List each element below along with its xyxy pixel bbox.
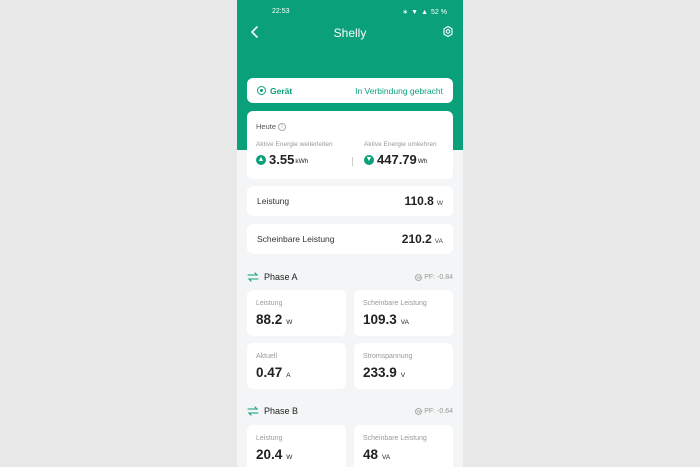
reverse-energy-label: Aktive Energie umkehren [364,141,437,148]
metric-value: 0.47 A [256,365,291,380]
metric-unit: V [400,372,406,379]
app-header: Shelly [237,22,463,44]
phase-b-power-card: Leistung 20.4 W [247,425,346,467]
metric-number: 48 [363,447,379,462]
metric-label: Stromspannung [363,353,413,360]
forward-energy-number: 3.55 [269,152,295,167]
apparent-power-card: Scheinbare Leistung 210.2 VA [247,224,453,254]
device-card[interactable]: Gerät In Verbindung gebracht [247,78,453,103]
power-value: 110.8 [404,194,434,208]
power-label: Leistung [257,196,290,206]
energy-divider [352,157,353,166]
reverse-energy-value: ▼ 447.79 Wh [364,152,459,167]
device-connection-status: In Verbindung gebracht [355,85,443,96]
info-icon[interactable]: i [278,123,287,132]
battery-level: 52 % [431,8,447,16]
phase-a-power-factor: W PF: -0.84 [415,273,453,281]
phase-b-pf-value: PF: -0.64 [424,407,453,415]
power-factor-icon: W [415,273,423,281]
metric-number: 109.3 [363,312,397,327]
signal-icon: ▲ [421,8,429,16]
power-factor-icon: W [415,407,423,415]
metric-number: 20.4 [256,447,283,462]
phase-b-power-factor: W PF: -0.64 [415,407,453,415]
device-label: Gerät [270,85,293,96]
phase-a-name: Phase A [264,272,298,282]
today-title-text: Heute [256,122,277,131]
metric-value: 48 VA [363,447,390,462]
phase-icon [247,272,259,282]
metric-label: Scheinbare Leistung [363,300,427,307]
metric-unit: VA [382,454,391,461]
forward-energy: Aktive Energie weiterleiten ▲ 3.55 kWh [256,141,351,167]
phase-icon [247,406,259,416]
metric-number: 88.2 [256,312,283,327]
gear-icon[interactable] [441,24,455,40]
phase-b-apparent-power-card: Scheinbare Leistung 48 VA [354,425,453,467]
status-icons: ∗ ▼ ▲ 52 % [402,8,447,17]
metric-value: 88.2 W [256,312,292,327]
metric-number: 0.47 [256,365,283,380]
metric-unit: A [286,372,291,379]
apparent-power-label: Scheinbare Leistung [257,234,335,244]
metric-label: Leistung [256,300,283,307]
reverse-energy: Aktive Energie umkehren ▼ 447.79 Wh [364,141,459,167]
power-card: Leistung 110.8 W [247,186,453,216]
phase-b-name: Phase B [264,406,299,416]
metric-value: 233.9 V [363,365,405,380]
metric-label: Scheinbare Leistung [363,435,427,442]
today-heading: Heute i [256,122,287,132]
metric-number: 233.9 [363,365,397,380]
app-screen: 22:53 ∗ ▼ ▲ 52 % Shelly Gerät In Verbind… [237,0,463,467]
phase-a-header: Phase A W PF: -0.84 [247,270,453,284]
bluetooth-icon: ∗ [402,9,409,16]
status-time: 22:53 [272,8,290,15]
metric-unit: W [286,454,293,461]
wifi-icon: ▼ [411,8,419,16]
metric-value: 109.3 VA [363,312,409,327]
forward-energy-label: Aktive Energie weiterleiten [256,141,333,148]
metric-value: 20.4 W [256,447,292,462]
metric-unit: VA [400,319,409,326]
reverse-energy-unit: Wh [417,158,428,165]
device-radio-icon [257,86,266,95]
phase-a-apparent-power-card: Scheinbare Leistung 109.3 VA [354,290,453,336]
today-energy-card: Heute i Aktive Energie weiterleiten ▲ 3.5… [247,111,453,179]
forward-energy-value: ▲ 3.55 kWh [256,152,351,167]
metric-label: Leistung [256,435,283,442]
power-unit: W [436,199,443,207]
arrow-down-icon: ▼ [364,154,374,165]
arrow-up-icon: ▲ [256,154,266,165]
page-title: Shelly [333,26,367,40]
reverse-energy-number: 447.79 [377,152,417,167]
apparent-power-unit: VA [434,237,443,245]
metric-label: Aktuell [256,353,278,360]
phase-a-power-card: Leistung 88.2 W [247,290,346,336]
phase-a-current-card: Aktuell 0.47 A [247,343,346,389]
forward-energy-unit: kWh [295,158,309,165]
apparent-power-value: 210.2 [401,232,432,246]
phase-a-pf-value: PF: -0.84 [424,273,453,281]
status-bar: 22:53 ∗ ▼ ▲ 52 % [237,0,463,22]
phase-a-voltage-card: Stromspannung 233.9 V [354,343,453,389]
phase-b-header: Phase B W PF: -0.64 [247,404,453,418]
metric-unit: W [286,319,293,326]
